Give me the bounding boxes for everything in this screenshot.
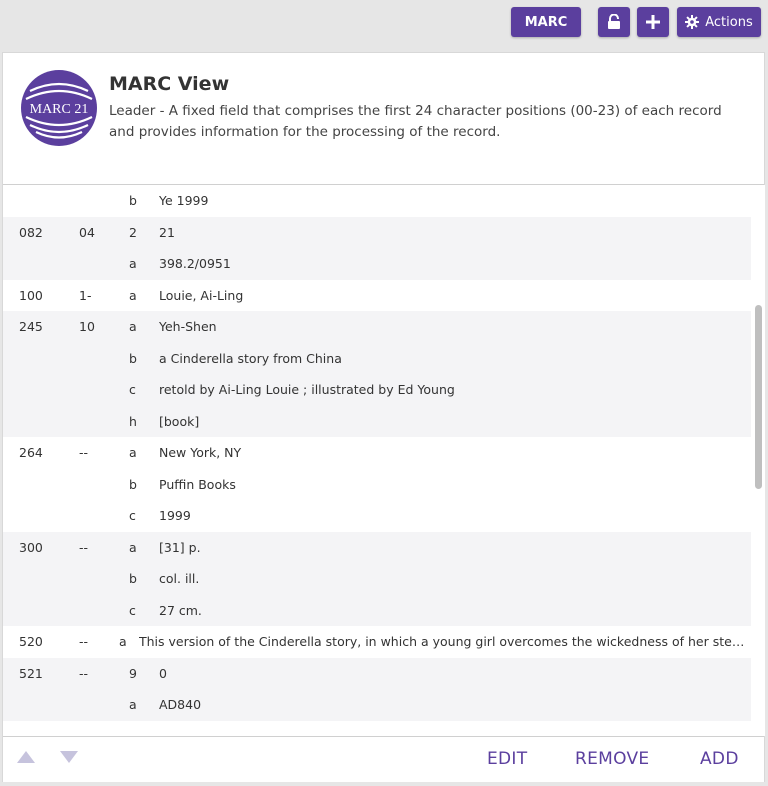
subfield-code: h — [129, 413, 137, 429]
table-row[interactable]: b a Cinderella story from China — [3, 343, 751, 375]
table-row[interactable]: c 27 cm. — [3, 595, 751, 627]
subfield-value: Louie, Ai-Ling — [159, 287, 244, 303]
table-row[interactable]: c retold by Ai-Ling Louie ; illustrated b… — [3, 374, 751, 406]
marc-view-panel: MARC 21 MARC View Leader - A fixed field… — [2, 52, 765, 782]
subfield-code: c — [129, 508, 136, 523]
table-row[interactable]: a AD840 — [3, 689, 751, 721]
table-row[interactable]: 521 -- 9 0 — [3, 658, 751, 690]
table-row[interactable]: 520 -- a This version of the Cinderella sto… — [3, 626, 751, 658]
subfield-code: c — [129, 602, 136, 618]
subfield-value: col. ill. — [159, 571, 200, 586]
table-row[interactable]: b Ye 1999 — [3, 185, 751, 217]
subfield-value: New York, NY — [159, 445, 242, 460]
logo-text: MARC 21 — [30, 102, 89, 117]
move-up-arrow-icon[interactable] — [17, 751, 35, 763]
field-indicators: -- — [79, 665, 89, 681]
subfield-code: 2 — [129, 224, 137, 240]
remove-button[interactable]: REMOVE — [575, 749, 649, 769]
scrollbar-thumb[interactable] — [755, 305, 762, 489]
field-tag: 520 — [19, 634, 43, 649]
edit-button[interactable]: EDIT — [487, 749, 527, 769]
add-button[interactable] — [637, 7, 669, 37]
field-tag: 245 — [19, 319, 43, 334]
subfield-code: a — [129, 445, 137, 460]
subfield-value: Puffin Books — [159, 476, 236, 492]
subfield-code: a — [129, 287, 137, 303]
field-indicators: -- — [79, 634, 89, 649]
field-tag: 521 — [19, 665, 43, 681]
marc-field-group[interactable]: 300 -- a [31] p. b col. ill. c 27 cm. — [3, 531, 751, 627]
marc-field-group[interactable]: 521 -- 9 0 a AD840 — [3, 657, 751, 721]
lock-button[interactable] — [598, 7, 630, 37]
plus-icon — [646, 15, 660, 29]
subfield-code: a — [119, 634, 127, 649]
table-row[interactable]: a 398.2/0951 — [3, 248, 751, 280]
table-row[interactable]: 100 1- a Louie, Ai-Ling — [3, 280, 751, 312]
field-tag: 100 — [19, 287, 43, 303]
subfield-value: a Cinderella story from China — [159, 350, 342, 366]
panel-header: MARC 21 MARC View Leader - A fixed field… — [3, 53, 764, 185]
table-row[interactable]: 082 04 2 21 — [3, 217, 751, 249]
top-toolbar: MARC Actions — [0, 0, 768, 52]
field-indicators: 1- — [79, 287, 92, 303]
subfield-value: [book] — [159, 413, 200, 429]
field-indicators: 04 — [79, 224, 95, 240]
subfield-code: a — [129, 697, 137, 712]
table-row[interactable]: 245 10 a Yeh-Shen — [3, 311, 751, 343]
table-row[interactable]: h [book] — [3, 406, 751, 438]
subfield-value: This version of the Cinderella story, in… — [139, 634, 751, 649]
table-row[interactable]: c 1999 — [3, 500, 751, 532]
subfield-value: 398.2/0951 — [159, 256, 231, 271]
table-row[interactable]: 264 -- a New York, NY — [3, 437, 751, 469]
subfield-value: Ye 1999 — [159, 193, 209, 208]
marc-records-list: b Ye 1999 082 04 2 21 a 398.2/0951 100 1- a Louie, … — [3, 185, 751, 736]
field-tag: 300 — [19, 539, 43, 555]
page-title: MARC View — [109, 73, 230, 95]
subfield-code: b — [129, 350, 137, 366]
subfield-code: a — [129, 256, 137, 271]
unlock-icon — [608, 14, 620, 29]
panel-footer: EDIT REMOVE ADD — [3, 736, 764, 782]
field-indicators: 10 — [79, 319, 95, 334]
marc-field-group[interactable]: b Ye 1999 — [3, 185, 751, 217]
subfield-code: b — [129, 476, 137, 492]
subfield-value: 0 — [159, 665, 167, 681]
table-row[interactable]: b Puffin Books — [3, 469, 751, 501]
actions-button-label: Actions — [705, 14, 753, 30]
field-indicators: -- — [79, 445, 89, 460]
marc21-logo: MARC 21 — [21, 70, 97, 146]
subfield-value: Yeh-Shen — [159, 319, 217, 334]
subfield-value: AD840 — [159, 697, 202, 712]
actions-button[interactable]: Actions — [677, 7, 761, 37]
field-tag: 264 — [19, 445, 43, 460]
marc-field-group[interactable]: 245 10 a Yeh-Shen b a Cinderella story from C… — [3, 311, 751, 437]
marc-button-label: MARC — [524, 14, 568, 30]
table-row[interactable]: 300 -- a [31] p. — [3, 532, 751, 564]
marc-button[interactable]: MARC — [511, 7, 581, 37]
field-tag: 082 — [19, 224, 43, 240]
marc-field-group[interactable]: 520 -- a This version of the Cinderella sto… — [3, 626, 751, 658]
subfield-code: a — [129, 319, 137, 334]
field-description: Leader - A fixed field that comprises th… — [109, 103, 722, 140]
subfield-code: a — [129, 539, 137, 555]
add-field-button[interactable]: ADD — [700, 749, 739, 769]
subfield-value: 1999 — [159, 508, 191, 523]
subfield-value: 27 cm. — [159, 602, 202, 618]
subfield-code: b — [129, 571, 137, 586]
subfield-code: c — [129, 382, 136, 397]
marc-field-group[interactable]: 264 -- a New York, NY b Puffin Books c 1999 — [3, 437, 751, 532]
subfield-value: 21 — [159, 224, 175, 240]
scrollbar[interactable] — [751, 185, 765, 736]
subfield-value: [31] p. — [159, 539, 201, 555]
marc-field-group[interactable]: 082 04 2 21 a 398.2/0951 — [3, 216, 751, 280]
subfield-code: b — [129, 193, 137, 208]
field-indicators: -- — [79, 539, 89, 555]
marc-field-group[interactable]: 100 1- a Louie, Ai-Ling — [3, 280, 751, 312]
subfield-code: 9 — [129, 665, 137, 681]
move-down-arrow-icon[interactable] — [60, 751, 78, 763]
table-row[interactable]: b col. ill. — [3, 563, 751, 595]
gear-icon — [685, 15, 700, 29]
subfield-value: retold by Ai-Ling Louie ; illustrated by… — [159, 382, 455, 397]
